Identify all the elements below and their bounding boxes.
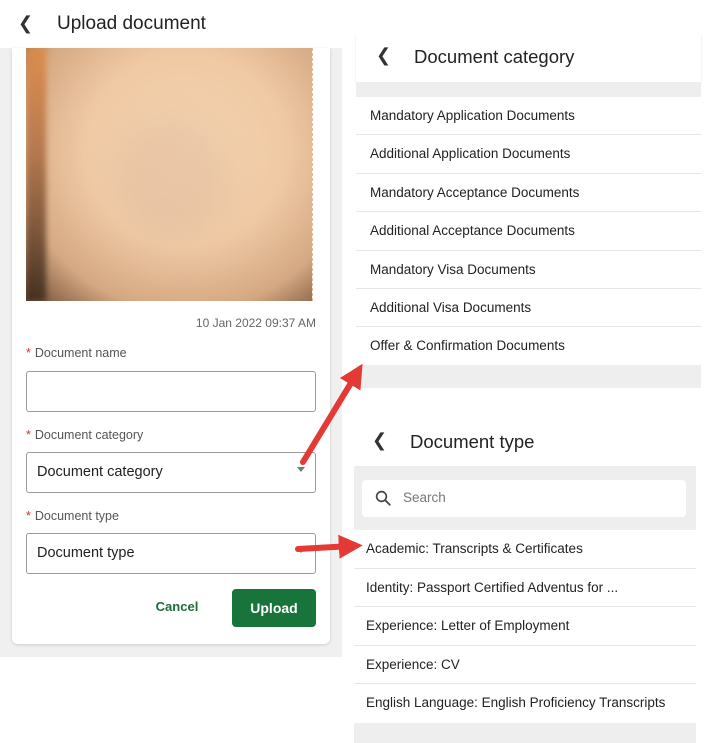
upload-button[interactable]: Upload bbox=[232, 589, 316, 627]
category-item-additional-visa[interactable]: Additional Visa Documents bbox=[356, 288, 701, 328]
category-item-mandatory-application[interactable]: Mandatory Application Documents bbox=[356, 97, 701, 136]
page-title: Upload document bbox=[57, 13, 206, 34]
document-name-label: * Document name bbox=[26, 346, 127, 360]
type-list-footer bbox=[354, 723, 696, 743]
upload-timestamp: 10 Jan 2022 09:37 AM bbox=[195, 316, 316, 330]
chevron-left-icon[interactable]: ❮ bbox=[376, 46, 391, 64]
category-list: Mandatory Application Documents Addition… bbox=[356, 97, 701, 366]
type-item-identity-passport[interactable]: Identity: Passport Certified Adventus fo… bbox=[354, 568, 696, 608]
category-item-mandatory-acceptance[interactable]: Mandatory Acceptance Documents bbox=[356, 173, 701, 213]
required-marker: * bbox=[26, 509, 31, 523]
type-item-cv[interactable]: Experience: CV bbox=[354, 645, 696, 685]
search-placeholder: Search bbox=[403, 490, 446, 505]
upload-header: ❮ Upload document bbox=[0, 0, 342, 48]
document-category-label: * Document category bbox=[26, 428, 144, 442]
type-list: Academic: Transcripts & Certificates Ide… bbox=[354, 530, 696, 723]
category-list-spacer bbox=[356, 82, 701, 97]
type-screen-title: Document type bbox=[410, 431, 535, 452]
document-type-value: Document type bbox=[37, 545, 135, 561]
document-category-select[interactable]: Document category bbox=[26, 452, 316, 493]
document-type-select[interactable]: Document type bbox=[26, 533, 316, 574]
category-list-footer bbox=[356, 365, 701, 388]
type-search-area: Search bbox=[354, 466, 696, 530]
category-header: ❮ Document category bbox=[356, 34, 701, 82]
type-item-english-proficiency[interactable]: English Language: English Proficiency Tr… bbox=[354, 684, 696, 723]
document-name-input[interactable] bbox=[26, 371, 316, 412]
category-item-mandatory-visa[interactable]: Mandatory Visa Documents bbox=[356, 250, 701, 289]
category-item-additional-acceptance[interactable]: Additional Acceptance Documents bbox=[356, 212, 701, 251]
type-item-academic[interactable]: Academic: Transcripts & Certificates bbox=[354, 530, 696, 569]
caret-down-icon bbox=[297, 548, 305, 553]
category-item-additional-application[interactable]: Additional Application Documents bbox=[356, 135, 701, 174]
required-marker: * bbox=[26, 428, 31, 442]
chevron-left-icon[interactable]: ❮ bbox=[372, 431, 387, 449]
type-item-letter-of-employment[interactable]: Experience: Letter of Employment bbox=[354, 607, 696, 646]
required-marker: * bbox=[26, 346, 31, 360]
type-search-input[interactable]: Search bbox=[362, 480, 686, 517]
document-preview-image bbox=[26, 48, 316, 301]
caret-down-icon bbox=[297, 467, 305, 472]
type-header: ❮ Document type bbox=[354, 418, 696, 466]
document-type-label: * Document type bbox=[26, 509, 119, 523]
category-screen-title: Document category bbox=[414, 46, 575, 67]
document-category-value: Document category bbox=[37, 464, 163, 480]
chevron-left-icon[interactable]: ❮ bbox=[18, 14, 33, 32]
category-item-offer-confirmation[interactable]: Offer & Confirmation Documents bbox=[356, 327, 701, 366]
cancel-button[interactable]: Cancel bbox=[148, 599, 206, 619]
search-icon bbox=[375, 490, 391, 506]
